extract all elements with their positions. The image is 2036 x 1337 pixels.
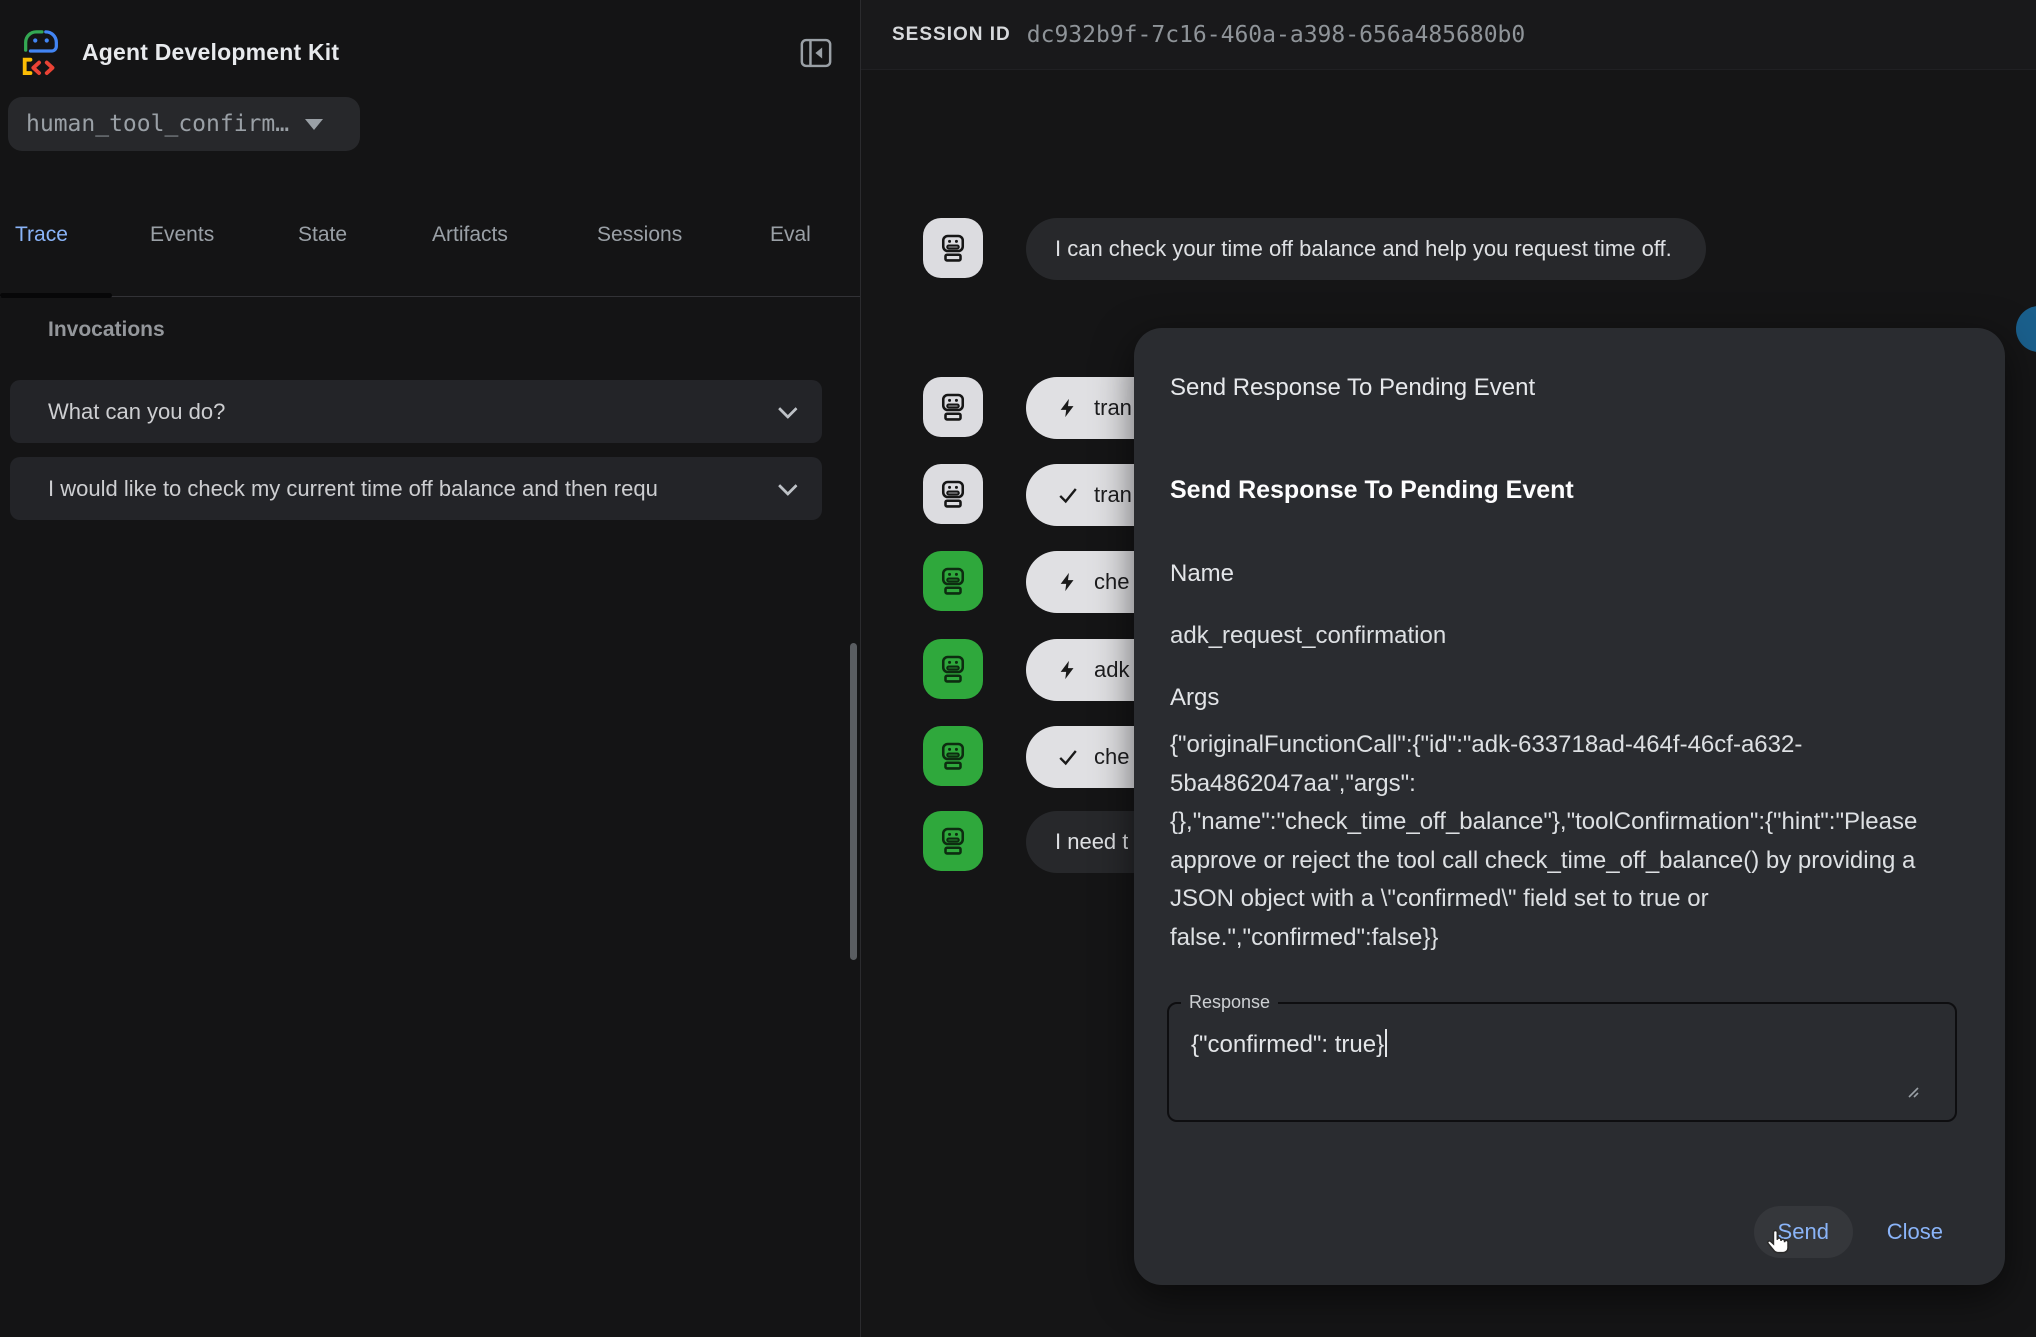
robot-avatar-icon <box>923 811 983 871</box>
robot-avatar-icon <box>923 377 983 437</box>
app-header: Agent Development Kit <box>18 26 339 78</box>
adk-app: Agent Development Kit human_tool_confirm… <box>0 0 2036 1337</box>
invocations-heading: Invocations <box>48 318 165 342</box>
robot-avatar-icon <box>923 639 983 699</box>
active-tab-indicator <box>0 293 112 298</box>
chip-label: che <box>1094 744 1129 770</box>
args-json: {"originalFunctionCall":{"id":"adk-63371… <box>1170 726 1925 957</box>
session-id-label: SESSION ID <box>892 24 1011 46</box>
app-title: Agent Development Kit <box>82 39 339 66</box>
invocation-text: I would like to check my current time of… <box>48 476 760 502</box>
chat-message: I can check your time off balance and he… <box>923 218 1706 280</box>
agent-selector-value: human_tool_confirm… <box>26 111 289 137</box>
chip-label: che <box>1094 569 1129 595</box>
left-panel: Agent Development Kit human_tool_confirm… <box>0 0 860 1337</box>
tab-trace[interactable]: Trace <box>15 223 68 247</box>
robot-avatar-icon <box>923 218 983 278</box>
invocation-item[interactable]: I would like to check my current time of… <box>10 457 822 520</box>
robot-avatar-icon <box>923 726 983 786</box>
tab-events[interactable]: Events <box>150 223 214 247</box>
message-text: I can check your time off balance and he… <box>1055 236 1672 262</box>
response-input-value[interactable]: {"confirmed": true} <box>1191 1029 1387 1059</box>
args-label: Args <box>1170 684 1219 712</box>
tab-artifacts[interactable]: Artifacts <box>432 223 508 247</box>
left-panel-scrollbar[interactable] <box>850 643 857 960</box>
response-field-legend: Response <box>1181 992 1278 1013</box>
bolt-icon <box>1057 397 1079 419</box>
cursor-pointer-icon <box>1764 1228 1794 1260</box>
bolt-icon <box>1057 659 1079 681</box>
check-icon <box>1057 746 1079 768</box>
agent-text-bubble: I can check your time off balance and he… <box>1026 218 1706 280</box>
tab-sessions[interactable]: Sessions <box>597 223 682 247</box>
dialog-heading: Send Response To Pending Event <box>1170 476 1574 505</box>
tab-state[interactable]: State <box>298 223 347 247</box>
robot-avatar-icon <box>923 551 983 611</box>
tab-bar: Trace Events State Artifacts Sessions Ev… <box>0 205 860 297</box>
adk-logo-icon <box>18 27 64 77</box>
close-button[interactable]: Close <box>1885 1219 1945 1245</box>
session-bar: SESSION ID dc932b9f-7c16-460a-a398-656a4… <box>861 0 2036 70</box>
collapse-panel-icon[interactable] <box>800 38 832 68</box>
agent-selector-dropdown[interactable]: human_tool_confirm… <box>8 97 360 151</box>
name-label: Name <box>1170 560 1234 588</box>
session-id-value: dc932b9f-7c16-460a-a398-656a485680b0 <box>1027 22 1526 48</box>
dropdown-caret-icon <box>305 119 323 130</box>
chip-label: tran <box>1094 395 1132 421</box>
dialog-title: Send Response To Pending Event <box>1170 374 1535 402</box>
chip-label: tran <box>1094 482 1132 508</box>
bolt-icon <box>1057 571 1079 593</box>
response-text: {"confirmed": true} <box>1191 1031 1384 1058</box>
pending-event-dialog: Send Response To Pending Event Send Resp… <box>1134 328 2005 1285</box>
name-value: adk_request_confirmation <box>1170 622 1446 650</box>
message-text: I need t <box>1055 829 1128 855</box>
check-icon <box>1057 484 1079 506</box>
chevron-down-icon <box>778 476 798 496</box>
text-cursor <box>1385 1029 1387 1057</box>
response-field[interactable]: Response {"confirmed": true} <box>1167 992 1957 1122</box>
tab-eval[interactable]: Eval <box>770 223 811 247</box>
invocation-text: What can you do? <box>48 399 760 425</box>
edit-fab-button[interactable] <box>2016 306 2036 352</box>
robot-avatar-icon <box>923 464 983 524</box>
invocation-item[interactable]: What can you do? <box>10 380 822 443</box>
resize-handle-icon[interactable] <box>1906 1085 1919 1098</box>
chip-label: adk <box>1094 657 1129 683</box>
chevron-down-icon <box>778 399 798 419</box>
